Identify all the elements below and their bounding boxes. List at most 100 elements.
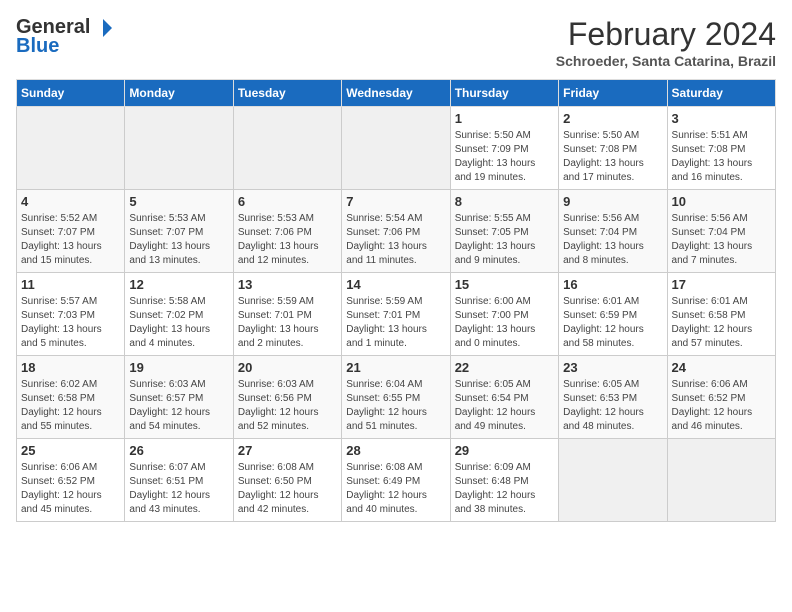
- day-number: 7: [346, 194, 445, 209]
- calendar-week-row: 25Sunrise: 6:06 AMSunset: 6:52 PMDayligh…: [17, 439, 776, 522]
- day-number: 2: [563, 111, 662, 126]
- month-title: February 2024: [556, 16, 776, 53]
- day-number: 21: [346, 360, 445, 375]
- calendar-cell: 26 Sunrise: 6:07 AMSunset: 6:51 PMDayligh…: [125, 439, 233, 522]
- day-info: Sunrise: 6:03 AMSunset: 6:57 PMDaylight:…: [129, 378, 228, 434]
- calendar-cell: 22 Sunrise: 6:05 AMSunset: 6:54 PMDayligh…: [450, 356, 558, 439]
- day-info: Sunrise: 6:01 AMSunset: 6:58 PMDaylight:…: [672, 295, 771, 351]
- day-info: Sunrise: 5:51 AMSunset: 7:08 PMDaylight:…: [672, 129, 771, 185]
- day-number: 10: [672, 194, 771, 209]
- calendar-cell: [125, 107, 233, 190]
- day-info: Sunrise: 5:59 AMSunset: 7:01 PMDaylight:…: [238, 295, 337, 351]
- day-number: 12: [129, 277, 228, 292]
- day-info: Sunrise: 5:57 AMSunset: 7:03 PMDaylight:…: [21, 295, 120, 351]
- calendar-cell: [342, 107, 450, 190]
- day-info: Sunrise: 6:06 AMSunset: 6:52 PMDaylight:…: [672, 378, 771, 434]
- day-number: 15: [455, 277, 554, 292]
- calendar-week-row: 11 Sunrise: 5:57 AMSunset: 7:03 PMDayligh…: [17, 273, 776, 356]
- day-info: Sunrise: 5:53 AMSunset: 7:07 PMDaylight:…: [129, 212, 228, 268]
- calendar-cell: 7 Sunrise: 5:54 AMSunset: 7:06 PMDaylight…: [342, 190, 450, 273]
- day-info: Sunrise: 6:05 AMSunset: 6:53 PMDaylight:…: [563, 378, 662, 434]
- calendar-cell: 25Sunrise: 6:06 AMSunset: 6:52 PMDayligh…: [17, 439, 125, 522]
- calendar-cell: 27 Sunrise: 6:08 AMSunset: 6:50 PMDayligh…: [233, 439, 341, 522]
- day-number: 13: [238, 277, 337, 292]
- day-number: 17: [672, 277, 771, 292]
- day-info: Sunrise: 6:05 AMSunset: 6:54 PMDaylight:…: [455, 378, 554, 434]
- day-number: 5: [129, 194, 228, 209]
- day-number: 19: [129, 360, 228, 375]
- day-info: Sunrise: 5:59 AMSunset: 7:01 PMDaylight:…: [346, 295, 445, 351]
- calendar-cell: [233, 107, 341, 190]
- location-subtitle: Schroeder, Santa Catarina, Brazil: [556, 53, 776, 69]
- calendar-cell: 19 Sunrise: 6:03 AMSunset: 6:57 PMDayligh…: [125, 356, 233, 439]
- calendar-cell: 8 Sunrise: 5:55 AMSunset: 7:05 PMDaylight…: [450, 190, 558, 273]
- calendar-week-row: 4Sunrise: 5:52 AMSunset: 7:07 PMDaylight…: [17, 190, 776, 273]
- day-number: 3: [672, 111, 771, 126]
- day-info: Sunrise: 5:50 AMSunset: 7:09 PMDaylight:…: [455, 129, 554, 185]
- day-number: 22: [455, 360, 554, 375]
- calendar-week-row: 18Sunrise: 6:02 AMSunset: 6:58 PMDayligh…: [17, 356, 776, 439]
- logo: General Blue: [16, 16, 114, 58]
- day-info: Sunrise: 5:56 AMSunset: 7:04 PMDaylight:…: [672, 212, 771, 268]
- day-number: 27: [238, 443, 337, 458]
- calendar-cell: 3 Sunrise: 5:51 AMSunset: 7:08 PMDaylight…: [667, 107, 775, 190]
- calendar-week-row: 1 Sunrise: 5:50 AMSunset: 7:09 PMDaylight…: [17, 107, 776, 190]
- day-info: Sunrise: 6:07 AMSunset: 6:51 PMDaylight:…: [129, 461, 228, 517]
- calendar-cell: 21 Sunrise: 6:04 AMSunset: 6:55 PMDayligh…: [342, 356, 450, 439]
- day-info: Sunrise: 6:04 AMSunset: 6:55 PMDaylight:…: [346, 378, 445, 434]
- day-number: 9: [563, 194, 662, 209]
- day-info: Sunrise: 6:08 AMSunset: 6:50 PMDaylight:…: [238, 461, 337, 517]
- day-info: Sunrise: 5:55 AMSunset: 7:05 PMDaylight:…: [455, 212, 554, 268]
- calendar-cell: 6Sunrise: 5:53 AMSunset: 7:06 PMDaylight…: [233, 190, 341, 273]
- calendar-cell: 28 Sunrise: 6:08 AMSunset: 6:49 PMDayligh…: [342, 439, 450, 522]
- day-number: 1: [455, 111, 554, 126]
- logo-blue-text: Blue: [16, 35, 59, 58]
- calendar-header-row: SundayMondayTuesdayWednesdayThursdayFrid…: [17, 80, 776, 107]
- logo-flag-icon: [92, 17, 114, 39]
- calendar-cell: 20Sunrise: 6:03 AMSunset: 6:56 PMDayligh…: [233, 356, 341, 439]
- day-number: 11: [21, 277, 120, 292]
- calendar-cell: 23 Sunrise: 6:05 AMSunset: 6:53 PMDayligh…: [559, 356, 667, 439]
- day-number: 14: [346, 277, 445, 292]
- day-number: 4: [21, 194, 120, 209]
- calendar-cell: [17, 107, 125, 190]
- day-of-week-header: Sunday: [17, 80, 125, 107]
- calendar-cell: 10 Sunrise: 5:56 AMSunset: 7:04 PMDayligh…: [667, 190, 775, 273]
- day-of-week-header: Friday: [559, 80, 667, 107]
- calendar-cell: 11 Sunrise: 5:57 AMSunset: 7:03 PMDayligh…: [17, 273, 125, 356]
- day-number: 8: [455, 194, 554, 209]
- calendar-cell: [667, 439, 775, 522]
- calendar-cell: 4Sunrise: 5:52 AMSunset: 7:07 PMDaylight…: [17, 190, 125, 273]
- calendar-cell: 18Sunrise: 6:02 AMSunset: 6:58 PMDayligh…: [17, 356, 125, 439]
- day-number: 23: [563, 360, 662, 375]
- calendar-cell: 24Sunrise: 6:06 AMSunset: 6:52 PMDayligh…: [667, 356, 775, 439]
- calendar-cell: [559, 439, 667, 522]
- calendar-cell: 2Sunrise: 5:50 AMSunset: 7:08 PMDaylight…: [559, 107, 667, 190]
- calendar-cell: 17 Sunrise: 6:01 AMSunset: 6:58 PMDayligh…: [667, 273, 775, 356]
- day-of-week-header: Thursday: [450, 80, 558, 107]
- day-number: 6: [238, 194, 337, 209]
- calendar-cell: 29 Sunrise: 6:09 AMSunset: 6:48 PMDayligh…: [450, 439, 558, 522]
- day-info: Sunrise: 5:54 AMSunset: 7:06 PMDaylight:…: [346, 212, 445, 268]
- calendar-cell: 12 Sunrise: 5:58 AMSunset: 7:02 PMDayligh…: [125, 273, 233, 356]
- calendar-cell: 5 Sunrise: 5:53 AMSunset: 7:07 PMDaylight…: [125, 190, 233, 273]
- day-of-week-header: Tuesday: [233, 80, 341, 107]
- day-of-week-header: Saturday: [667, 80, 775, 107]
- day-number: 28: [346, 443, 445, 458]
- day-number: 26: [129, 443, 228, 458]
- day-info: Sunrise: 6:01 AMSunset: 6:59 PMDaylight:…: [563, 295, 662, 351]
- day-info: Sunrise: 5:56 AMSunset: 7:04 PMDaylight:…: [563, 212, 662, 268]
- day-of-week-header: Wednesday: [342, 80, 450, 107]
- day-info: Sunrise: 6:03 AMSunset: 6:56 PMDaylight:…: [238, 378, 337, 434]
- day-info: Sunrise: 6:00 AMSunset: 7:00 PMDaylight:…: [455, 295, 554, 351]
- day-of-week-header: Monday: [125, 80, 233, 107]
- day-info: Sunrise: 6:08 AMSunset: 6:49 PMDaylight:…: [346, 461, 445, 517]
- calendar-cell: 15 Sunrise: 6:00 AMSunset: 7:00 PMDayligh…: [450, 273, 558, 356]
- day-info: Sunrise: 6:09 AMSunset: 6:48 PMDaylight:…: [455, 461, 554, 517]
- calendar-cell: 14 Sunrise: 5:59 AMSunset: 7:01 PMDayligh…: [342, 273, 450, 356]
- day-info: Sunrise: 6:02 AMSunset: 6:58 PMDaylight:…: [21, 378, 120, 434]
- calendar-cell: 13 Sunrise: 5:59 AMSunset: 7:01 PMDayligh…: [233, 273, 341, 356]
- day-info: Sunrise: 5:58 AMSunset: 7:02 PMDaylight:…: [129, 295, 228, 351]
- day-number: 29: [455, 443, 554, 458]
- calendar-cell: 16Sunrise: 6:01 AMSunset: 6:59 PMDayligh…: [559, 273, 667, 356]
